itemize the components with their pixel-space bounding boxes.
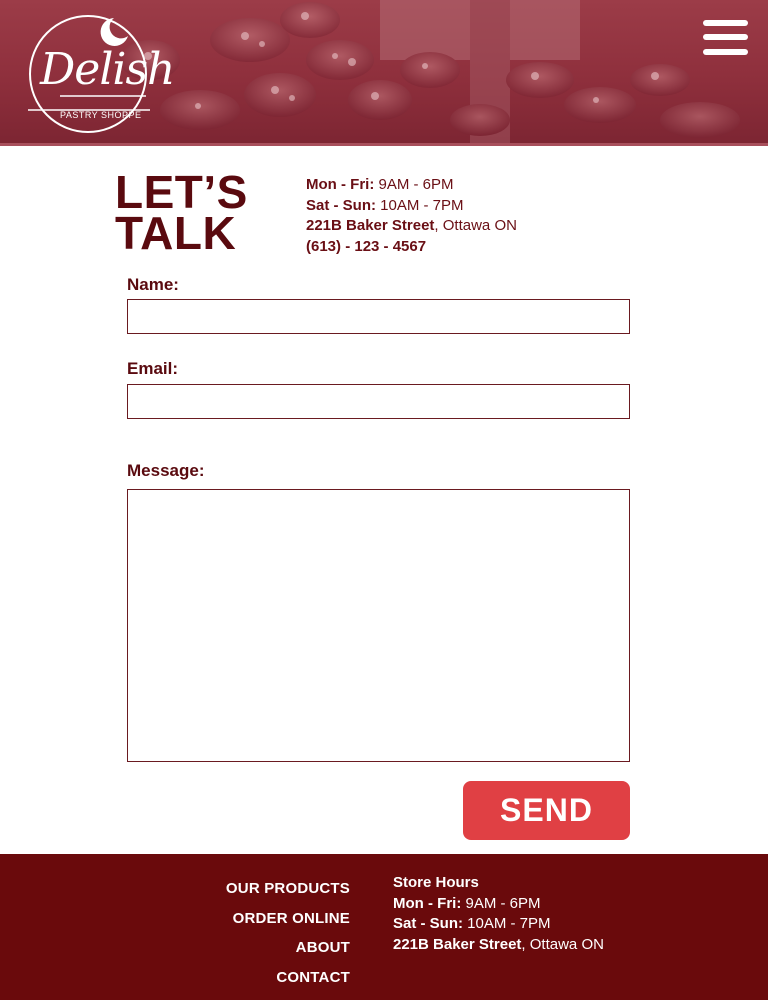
footer-weekend-hours: 10AM - 7PM [463, 915, 551, 932]
footer-street: 221B Baker Street [393, 935, 522, 953]
header-banner: Delish PASTRY SHOPPE [0, 0, 768, 146]
phone-row[interactable]: (613) - 123 - 4567 [306, 237, 517, 258]
hamburger-menu-icon[interactable] [703, 20, 749, 56]
footer-weekday-row: Mon - Fri: 9AM - 6PM [393, 894, 604, 915]
email-label: Email: [127, 359, 179, 378]
footer-weekday-label: Mon - Fri: [393, 894, 462, 912]
name-input[interactable] [127, 299, 630, 334]
city: , Ottawa ON [434, 217, 517, 234]
delish-logo[interactable]: Delish PASTRY SHOPPE [18, 14, 175, 136]
contact-info: Mon - Fri: 9AM - 6PM Sat - Sun: 10AM - 7… [306, 175, 517, 257]
phone-number: - 123 - 4567 [341, 237, 427, 255]
page-title: LET’S TALK [115, 169, 285, 256]
footer-link-about[interactable]: ABOUT [226, 933, 350, 963]
logo-tagline: PASTRY SHOPPE [60, 110, 142, 120]
message-label: Message: [127, 461, 205, 480]
message-textarea[interactable] [127, 489, 630, 762]
email-input[interactable] [127, 384, 630, 419]
page-title-line2: TALK [115, 207, 237, 259]
send-button[interactable]: SEND [463, 781, 630, 840]
header-divider [0, 143, 768, 146]
footer-store-info: Store Hours Mon - Fri: 9AM - 6PM Sat - S… [393, 873, 604, 955]
street-address: 221B Baker Street [306, 217, 435, 234]
footer-link-contact[interactable]: CONTACT [226, 963, 350, 993]
footer-address-row: 221B Baker Street, Ottawa ON [393, 935, 604, 956]
name-label: Name: [127, 275, 179, 294]
footer-link-our-products[interactable]: OUR PRODUCTS [226, 874, 350, 904]
weekend-hours: 10AM - 7PM [376, 196, 464, 214]
footer-weekend-row: Sat - Sun: 10AM - 7PM [393, 914, 604, 935]
store-hours-heading: Store Hours [393, 874, 479, 891]
weekday-hours: 9AM - 6PM [374, 176, 454, 193]
footer-hours-title: Store Hours [393, 873, 604, 894]
address-row: 221B Baker Street, Ottawa ON [306, 216, 517, 237]
weekend-hours-row: Sat - Sun: 10AM - 7PM [306, 196, 517, 217]
footer-weekday-hours: 9AM - 6PM [461, 894, 541, 912]
footer-weekend-label: Sat - Sun: [393, 915, 463, 932]
weekday-hours-row: Mon - Fri: 9AM - 6PM [306, 175, 517, 196]
footer-nav: OUR PRODUCTS ORDER ONLINE ABOUT CONTACT [226, 874, 350, 992]
phone-area-code: (613) [306, 237, 342, 255]
footer-city: , Ottawa ON [521, 935, 604, 953]
logo-wordmark: Delish [40, 44, 175, 95]
weekday-label: Mon - Fri: [306, 176, 375, 193]
weekend-label: Sat - Sun: [306, 196, 376, 214]
footer-link-order-online[interactable]: ORDER ONLINE [226, 904, 350, 934]
footer: OUR PRODUCTS ORDER ONLINE ABOUT CONTACT … [0, 854, 768, 1000]
